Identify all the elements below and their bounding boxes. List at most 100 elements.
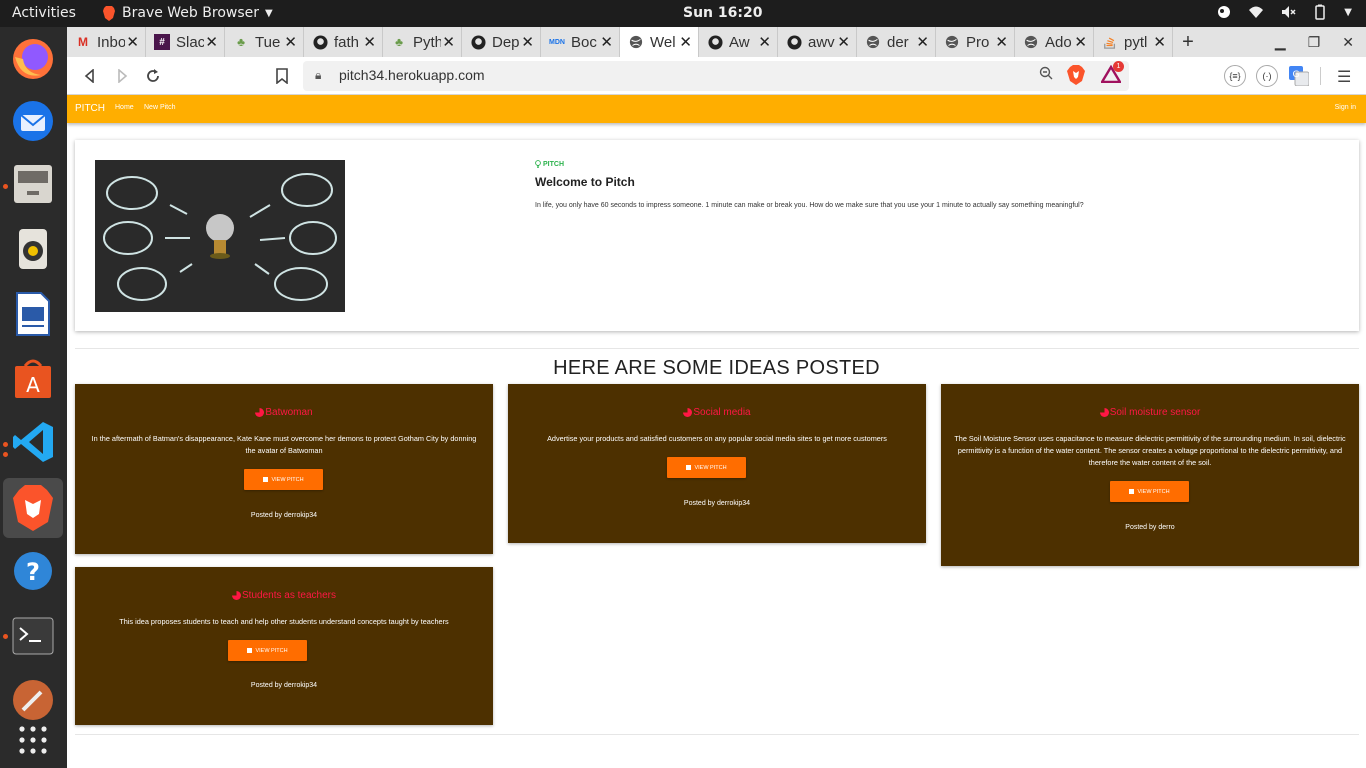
- close-icon[interactable]: ✕: [521, 33, 534, 51]
- tab[interactable]: Dep ✕: [462, 27, 541, 57]
- svg-text:A: A: [26, 373, 40, 397]
- globe-icon: [865, 34, 881, 50]
- close-icon[interactable]: ✕: [1074, 33, 1087, 51]
- firefox-launcher[interactable]: [10, 36, 56, 82]
- document-icon: [16, 292, 50, 336]
- system-tray[interactable]: ▼: [1216, 4, 1352, 20]
- close-icon[interactable]: ✕: [363, 33, 376, 51]
- app-menu[interactable]: Brave Web Browser ▼: [102, 5, 273, 21]
- pitch-title[interactable]: Soil moisture sensor: [941, 407, 1359, 418]
- new-tab-button[interactable]: +: [1173, 27, 1203, 57]
- pie-chart-icon: [232, 591, 242, 600]
- close-icon[interactable]: ✕: [916, 33, 929, 51]
- show-applications-button[interactable]: [10, 717, 56, 763]
- minimize-button[interactable]: ▁: [1275, 34, 1286, 51]
- github-icon: [786, 34, 802, 50]
- pitch-card: Batwoman In the aftermath of Batman's di…: [75, 384, 493, 554]
- address-bar[interactable]: 🔒︎ pitch34.herokuapp.com: [303, 61, 1129, 91]
- tab[interactable]: MDN Boc ✕: [541, 27, 620, 57]
- brave-launcher[interactable]: [3, 478, 63, 538]
- arrow-left-icon: [84, 69, 94, 83]
- view-pitch-button[interactable]: VIEW PITCH: [244, 469, 323, 490]
- github-icon: [707, 34, 723, 50]
- tab[interactable]: ♣ Pyth ✕: [383, 27, 462, 57]
- pitch-title[interactable]: Social media: [508, 407, 926, 418]
- tab[interactable]: ♣ Tue ✕: [225, 27, 304, 57]
- pitch-title-text: Students as teachers: [242, 590, 336, 601]
- copy-icon: [686, 465, 692, 470]
- close-icon[interactable]: ✕: [679, 33, 692, 51]
- brave-lion-icon: [103, 5, 115, 21]
- thunderbird-launcher[interactable]: [10, 98, 56, 144]
- tab[interactable]: Pro ✕: [936, 27, 1015, 57]
- tab-label: awv: [808, 33, 835, 51]
- tab[interactable]: Ado ✕: [1015, 27, 1094, 57]
- site-brand[interactable]: PITCH: [75, 103, 105, 114]
- tab[interactable]: pytl ✕: [1094, 27, 1173, 57]
- vscode-launcher[interactable]: [10, 419, 56, 465]
- close-icon[interactable]: ✕: [284, 33, 297, 51]
- pitch-description: This idea proposes students to teach and…: [119, 617, 449, 626]
- activities-button[interactable]: Activities: [12, 5, 76, 21]
- arrow-right-icon: [118, 69, 128, 83]
- snap-indicator-icon: [1218, 6, 1231, 18]
- volume-muted-icon: [1282, 6, 1296, 18]
- terminal-launcher[interactable]: [10, 613, 56, 659]
- view-pitch-button[interactable]: VIEW PITCH: [1110, 481, 1189, 502]
- battery-icon: [1315, 4, 1326, 20]
- nav-home-link[interactable]: Home: [115, 104, 134, 111]
- tab[interactable]: Aw ✕: [699, 27, 778, 57]
- extension-json-icon[interactable]: {≡}: [1224, 65, 1246, 87]
- divider: [75, 734, 1359, 735]
- plus-icon: +: [1182, 30, 1194, 53]
- close-window-button[interactable]: ✕: [1342, 34, 1354, 51]
- close-icon[interactable]: ✕: [758, 33, 771, 51]
- clock[interactable]: Sun 16:20: [683, 5, 762, 21]
- hero-description: In life, you only have 60 seconds to imp…: [535, 202, 1084, 209]
- pitch-title[interactable]: Students as teachers: [75, 590, 493, 601]
- tab[interactable]: awv ✕: [778, 27, 857, 57]
- posted-by: Posted by derrokip34: [683, 500, 751, 507]
- brave-shields-icon[interactable]: [1067, 65, 1085, 85]
- tab-label: Aw: [729, 33, 750, 51]
- view-pitch-button[interactable]: VIEW PITCH: [667, 457, 746, 478]
- close-icon[interactable]: ✕: [1153, 33, 1166, 51]
- zoom-icon[interactable]: [1039, 66, 1053, 84]
- brave-rewards-button[interactable]: 1: [1099, 61, 1124, 88]
- reload-button[interactable]: [143, 66, 163, 86]
- close-icon[interactable]: ✕: [205, 33, 218, 51]
- tab[interactable]: # Slac ✕: [146, 27, 225, 57]
- nav-sign-in-link[interactable]: Sign in: [1335, 104, 1356, 111]
- close-icon[interactable]: ✕: [442, 33, 455, 51]
- tab[interactable]: fath ✕: [304, 27, 383, 57]
- maximize-button[interactable]: ❐: [1308, 34, 1321, 51]
- close-icon[interactable]: ✕: [837, 33, 850, 51]
- tab[interactable]: der ✕: [857, 27, 936, 57]
- bookmark-button[interactable]: [272, 66, 292, 86]
- tab-label: der: [887, 33, 909, 51]
- hero-title: Welcome to Pitch: [535, 175, 635, 189]
- section-title: HERE ARE SOME IDEAS POSTED: [553, 357, 880, 379]
- help-launcher[interactable]: ?: [10, 548, 56, 594]
- extension-icon[interactable]: (·): [1256, 65, 1278, 87]
- menu-hamburger-icon[interactable]: ☰: [1337, 67, 1351, 87]
- copy-icon: [1129, 489, 1135, 494]
- view-pitch-button[interactable]: VIEW PITCH: [228, 640, 307, 661]
- tab[interactable]: M Inbo ✕: [67, 27, 146, 57]
- posted-by: Posted by derrokip34: [250, 682, 318, 689]
- forward-button[interactable]: [112, 66, 132, 86]
- pitch-title[interactable]: Batwoman: [75, 407, 493, 418]
- close-icon[interactable]: ✕: [126, 33, 139, 51]
- rhythmbox-launcher[interactable]: [10, 226, 56, 272]
- back-button[interactable]: [80, 66, 100, 86]
- github-icon: [470, 34, 486, 50]
- pitch-title-text: Social media: [693, 407, 751, 418]
- close-icon[interactable]: ✕: [600, 33, 613, 51]
- files-launcher[interactable]: [10, 160, 56, 206]
- google-translate-icon[interactable]: G: [1289, 66, 1310, 91]
- tab-active[interactable]: Wel ✕: [620, 27, 699, 57]
- libreoffice-writer-launcher[interactable]: [10, 291, 56, 337]
- software-center-launcher[interactable]: A: [10, 355, 56, 401]
- close-icon[interactable]: ✕: [995, 33, 1008, 51]
- nav-new-pitch-link[interactable]: New Pitch: [144, 104, 176, 111]
